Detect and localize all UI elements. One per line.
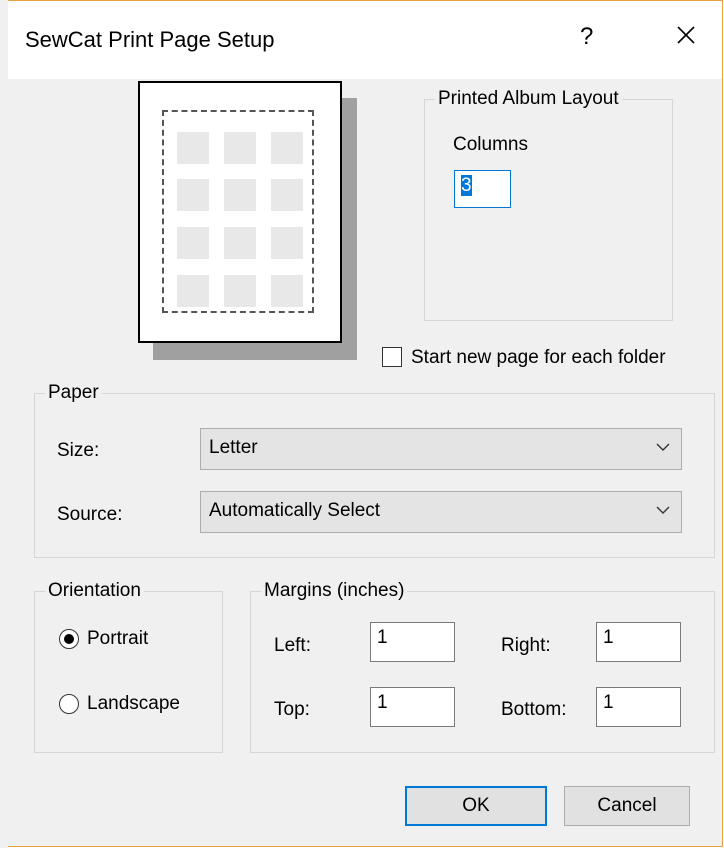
landscape-radio[interactable] (59, 694, 79, 714)
preview-cell (271, 227, 303, 259)
title-bar: SewCat Print Page Setup ? (8, 1, 722, 79)
help-button[interactable]: ? (580, 23, 593, 51)
preview-cell (177, 227, 209, 259)
preview-cell (224, 132, 256, 164)
paper-size-value: Letter (209, 437, 258, 458)
new-page-checkbox-label[interactable]: Start new page for each folder (411, 347, 666, 369)
preview-cell (224, 227, 256, 259)
chevron-down-icon (656, 506, 670, 514)
page-preview (138, 81, 342, 343)
margin-right-input[interactable]: 1 (596, 622, 681, 662)
margin-bottom-value: 1 (603, 692, 614, 713)
close-icon (677, 26, 695, 44)
new-page-checkbox[interactable] (382, 347, 402, 367)
portrait-radio[interactable] (59, 629, 79, 649)
orientation-legend: Orientation (45, 580, 144, 602)
columns-value: 3 (461, 175, 472, 196)
background-window-edge (0, 0, 8, 848)
columns-input[interactable]: 3 (454, 170, 511, 208)
margin-right-value: 1 (603, 627, 614, 648)
margin-right-label: Right: (501, 635, 551, 656)
preview-cell (177, 179, 209, 211)
radio-selected-dot (64, 634, 74, 644)
margin-left-value: 1 (377, 627, 388, 648)
margin-left-label: Left: (274, 635, 311, 656)
orientation-group: Orientation Portrait Landscape (34, 580, 223, 753)
margin-top-label: Top: (274, 699, 310, 720)
chevron-down-icon (656, 443, 670, 451)
close-button[interactable] (668, 17, 704, 53)
cancel-button[interactable]: Cancel (564, 786, 690, 826)
ok-button[interactable]: OK (405, 786, 547, 826)
album-layout-legend: Printed Album Layout (435, 88, 622, 110)
margin-top-input[interactable]: 1 (370, 687, 455, 727)
margin-top-value: 1 (377, 692, 388, 713)
landscape-label[interactable]: Landscape (87, 693, 180, 715)
preview-cell (271, 179, 303, 211)
size-label: Size: (57, 440, 100, 461)
preview-cell (177, 275, 209, 307)
paper-source-value: Automatically Select (209, 500, 381, 521)
paper-legend: Paper (45, 382, 102, 404)
dialog-title: SewCat Print Page Setup (25, 27, 275, 52)
page-setup-dialog: SewCat Print Page Setup ? Printed Album … (8, 0, 723, 847)
preview-cell (271, 132, 303, 164)
margin-bottom-label: Bottom: (501, 699, 567, 720)
album-layout-group: Printed Album Layout Columns 3 (424, 88, 673, 321)
margins-group: Margins (inches) Left: 1 Right: 1 Top: 1… (250, 580, 715, 753)
preview-cell (224, 275, 256, 307)
margin-left-input[interactable]: 1 (370, 622, 455, 662)
margin-bottom-input[interactable]: 1 (596, 687, 681, 727)
portrait-label[interactable]: Portrait (87, 628, 148, 650)
preview-cell (271, 275, 303, 307)
columns-label: Columns (453, 134, 528, 155)
paper-size-select[interactable]: Letter (200, 428, 682, 470)
paper-source-select[interactable]: Automatically Select (200, 491, 682, 533)
source-label: Source: (57, 504, 123, 525)
margins-legend: Margins (inches) (261, 580, 408, 602)
preview-cell (177, 132, 209, 164)
paper-group: Paper Size: Letter Source: Automatically… (34, 382, 715, 558)
preview-cell (224, 179, 256, 211)
